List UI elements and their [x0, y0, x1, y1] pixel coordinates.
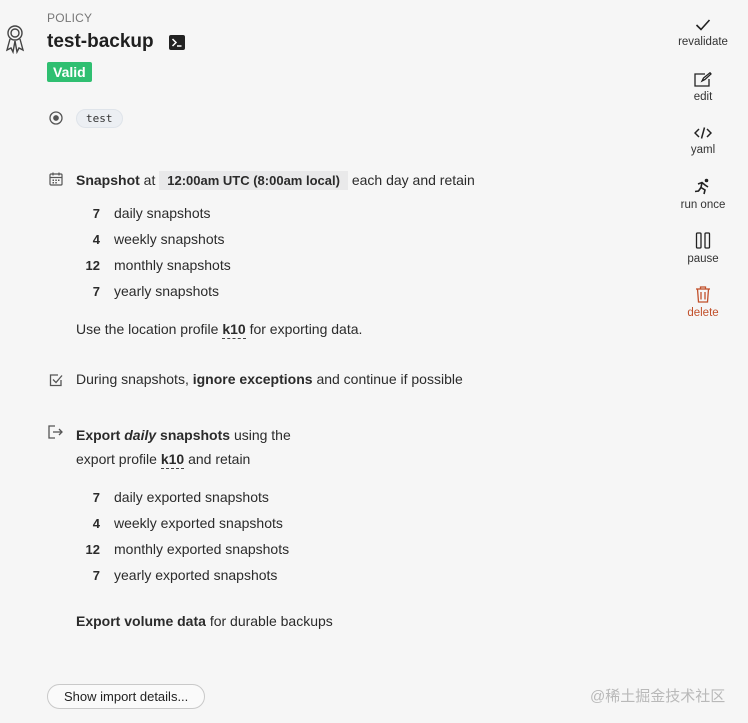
run-icon [694, 178, 709, 195]
retention-count: 12 [85, 258, 100, 273]
export-line-2: export profile k10 and retain [76, 447, 291, 471]
delete-button[interactable]: delete [668, 286, 738, 319]
trash-icon [696, 286, 710, 303]
list-item: 7 daily exported snapshots [78, 484, 289, 510]
calendar-icon [49, 172, 63, 189]
location-prefix: Use the location profile [76, 321, 219, 337]
retention-label: yearly exported snapshots [114, 567, 278, 583]
volume-data-line: Export volume data for durable backups [76, 613, 333, 629]
edit-label: edit [693, 91, 713, 103]
selector-tag[interactable]: test [76, 109, 123, 128]
code-icon [694, 127, 712, 139]
run-once-label: run once [680, 199, 726, 211]
export-description: Export daily snapshots using the export … [76, 423, 291, 471]
snapshot-label: Snapshot [76, 172, 140, 188]
export-using: using the [233, 427, 291, 443]
page-title: test-backup [47, 31, 154, 52]
delete-label: delete [687, 307, 719, 319]
exceptions-bold: ignore exceptions [192, 371, 313, 387]
list-item: 7 daily snapshots [78, 200, 231, 226]
yaml-button[interactable]: yaml [668, 126, 738, 156]
location-profile-line: Use the location profile k10 for exporti… [76, 321, 363, 339]
snapshot-schedule: Snapshot at 12:00am UTC (8:00am local) e… [76, 170, 475, 191]
retention-label: weekly exported snapshots [114, 515, 283, 531]
retention-count: 4 [92, 516, 100, 531]
export-profile-prefix: export profile [76, 451, 157, 467]
run-once-button[interactable]: run once [668, 178, 738, 211]
retention-label: weekly snapshots [114, 231, 225, 247]
snapshot-retention-list: 7 daily snapshots 4 weekly snapshots 12 mon… [78, 200, 231, 304]
retention-label: yearly snapshots [114, 283, 220, 299]
retention-label: daily snapshots [114, 205, 211, 221]
export-profile-suffix: and retain [188, 451, 251, 467]
exceptions-prefix: During snapshots, [76, 371, 189, 387]
export-word: Export [76, 427, 121, 443]
list-item: 7 yearly exported snapshots [78, 562, 289, 588]
checkbox-icon [49, 373, 63, 390]
retention-label: daily exported snapshots [114, 489, 269, 505]
pause-icon [695, 232, 711, 249]
export-retention-list: 7 daily exported snapshots 4 weekly export… [78, 484, 290, 588]
edit-icon [694, 72, 712, 87]
retention-count: 7 [92, 490, 100, 505]
export-icon [48, 425, 64, 442]
retention-count: 12 [85, 542, 100, 557]
snapshot-suffix: each day and retain [351, 172, 475, 188]
exceptions-line: During snapshots, ignore exceptions and … [76, 371, 463, 387]
export-snapshots-word: snapshots [160, 427, 231, 443]
target-icon [49, 111, 63, 128]
retention-count: 7 [92, 206, 100, 221]
yaml-label: yaml [690, 144, 716, 156]
snapshot-at: at [143, 172, 156, 188]
edit-button[interactable]: edit [668, 72, 738, 103]
watermark: @稀土掘金技术社区 [590, 688, 726, 705]
list-item: 12 monthly exported snapshots [78, 536, 290, 562]
page-overline: POLICY [47, 11, 93, 25]
policy-ribbon-icon [5, 24, 25, 57]
retention-label: monthly exported snapshots [114, 541, 290, 557]
show-import-details-button[interactable]: Show import details... [47, 684, 206, 709]
retention-count: 7 [92, 284, 100, 299]
retention-count: 7 [92, 568, 100, 583]
check-icon [695, 19, 711, 31]
export-frequency: daily [124, 427, 157, 443]
exceptions-suffix: and continue if possible [316, 371, 463, 387]
location-profile-link[interactable]: k10 [222, 321, 246, 339]
location-suffix: for exporting data. [249, 321, 363, 337]
list-item: 4 weekly snapshots [78, 226, 231, 252]
retention-label: monthly snapshots [114, 257, 231, 273]
revalidate-button[interactable]: revalidate [668, 18, 738, 48]
volume-bold: Export volume data [76, 613, 206, 629]
terminal-icon[interactable] [169, 35, 185, 53]
list-item: 7 yearly snapshots [78, 278, 231, 304]
list-item: 12 monthly snapshots [78, 252, 231, 278]
retention-count: 4 [92, 232, 100, 247]
pause-label: pause [687, 253, 719, 265]
volume-suffix: for durable backups [209, 613, 333, 629]
status-badge: Valid [47, 62, 92, 82]
snapshot-time: 12:00am UTC (8:00am local) [159, 171, 348, 190]
export-line-1: Export daily snapshots using the [76, 423, 291, 447]
list-item: 4 weekly exported snapshots [78, 510, 289, 536]
pause-button[interactable]: pause [668, 232, 738, 265]
export-profile-link[interactable]: k10 [160, 451, 185, 469]
revalidate-label: revalidate [678, 36, 728, 48]
